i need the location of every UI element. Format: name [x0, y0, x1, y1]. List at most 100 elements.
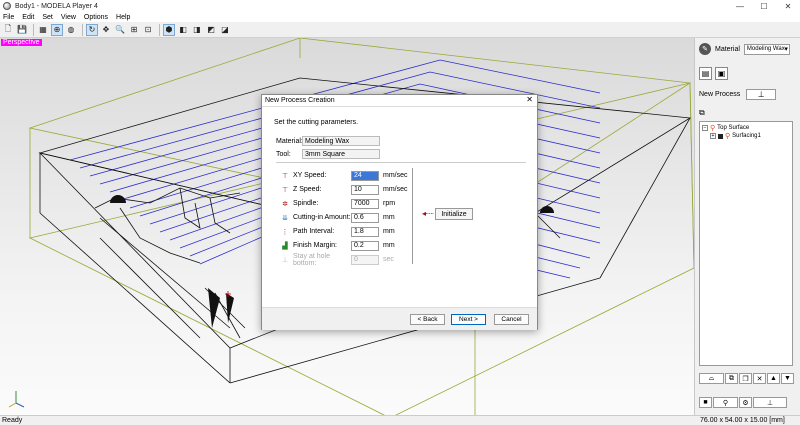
- param-unit: mm: [383, 228, 395, 235]
- path-view-icon[interactable]: ⌓: [699, 373, 724, 384]
- stop-icon[interactable]: ■: [699, 397, 712, 408]
- new-process-label: New Process: [699, 91, 741, 98]
- xy-speed-input[interactable]: 24: [351, 170, 379, 181]
- zoom-box-icon[interactable]: ⊞: [128, 24, 140, 36]
- settings-icon[interactable]: ⚙: [739, 397, 752, 408]
- close-button[interactable]: ✕: [776, 0, 800, 12]
- param-label: Finish Margin:: [293, 242, 337, 249]
- dialog-instruction: Set the cutting parameters.: [274, 119, 359, 126]
- material-icon: ✎: [699, 43, 711, 55]
- checkbox-icon[interactable]: [718, 133, 723, 139]
- stay-at-hole-input: 0: [351, 254, 379, 265]
- new-file-icon[interactable]: 🗋: [2, 24, 14, 36]
- globe-view-icon[interactable]: ⊕: [51, 23, 63, 36]
- perspective-label: Perspective: [1, 39, 42, 46]
- iso-view-icon[interactable]: ⬢: [163, 23, 175, 36]
- material-select[interactable]: Modeling Wax: [743, 43, 790, 55]
- maximize-button[interactable]: ☐: [752, 0, 776, 12]
- tree-node-top-surface[interactable]: − ⚲ Top Surface: [702, 124, 790, 132]
- param-unit: mm: [383, 242, 395, 249]
- path-interval-input[interactable]: 1.8: [351, 226, 379, 237]
- top-view-icon[interactable]: ◩: [205, 24, 217, 36]
- cutting-in-input[interactable]: 0.6: [351, 212, 379, 223]
- tree-toolbar: ⌓ ⧉ ❐ ✕ ▲ ▼: [699, 373, 795, 384]
- param-label: Cutting-in Amount:: [293, 214, 351, 221]
- menu-set[interactable]: Set: [42, 14, 53, 21]
- menu-view[interactable]: View: [61, 14, 76, 21]
- stay-at-hole-icon: ⊥: [281, 256, 289, 264]
- toolbar: 🗋 💾 ▦ ⊕ ◍ ↻ ✥ 🔍 ⊞ ⊡ ⬢ ◧ ◨ ◩ ◪: [0, 22, 800, 38]
- material-info-label: Material:: [276, 137, 303, 145]
- param-row-xy-speed: ⊤ XY Speed: 24 mm/sec: [280, 170, 408, 181]
- axis-triad-icon: [8, 391, 25, 408]
- process-panel: ✎ Material Modeling Wax ▤ ▣ New Process …: [694, 38, 800, 415]
- z-speed-input[interactable]: 10: [351, 184, 379, 195]
- tree-icon[interactable]: ⧉: [699, 108, 705, 118]
- param-label: Z Speed:: [293, 186, 322, 193]
- menu-file[interactable]: File: [3, 14, 14, 21]
- param-label: Stay at hole bottom:: [293, 252, 330, 267]
- side-view-icon[interactable]: ◨: [191, 24, 203, 36]
- material-info-row: Material: Modeling Wax: [276, 136, 380, 146]
- rotate-icon[interactable]: ◍: [65, 24, 77, 36]
- status-bar: Ready 76.00 x 54.00 x 15.00 [mm]: [0, 415, 800, 425]
- menu-options[interactable]: Options: [84, 14, 108, 21]
- param-row-finish-margin: ▟ Finish Margin: 0.2 mm: [280, 240, 395, 251]
- arrow-left-icon: ◂·····: [422, 209, 434, 218]
- refresh-icon[interactable]: ↻: [86, 23, 98, 36]
- param-row-spindle: ✲ Spindle: 7000 rpm: [280, 198, 395, 209]
- process-list-icon[interactable]: ▤: [699, 67, 712, 80]
- preview-cut-icon[interactable]: ⚲: [713, 397, 738, 408]
- z-speed-icon: ⊤: [281, 186, 289, 194]
- title-bar: Body1 - MODELA Player 4 — ☐ ✕: [0, 0, 800, 12]
- spindle-icon: ✲: [282, 200, 288, 208]
- window-title: Body1 - MODELA Player 4: [15, 2, 98, 10]
- new-process-row: New Process ⊥: [699, 89, 777, 100]
- cancel-button[interactable]: Cancel: [494, 314, 529, 325]
- app-icon: [3, 2, 11, 10]
- process-tree[interactable]: − ⚲ Top Surface + ⚲ Surfacing1: [699, 121, 793, 366]
- preview-icon[interactable]: ▣: [715, 67, 728, 80]
- collapse-icon[interactable]: −: [702, 125, 708, 131]
- menu-help[interactable]: Help: [116, 14, 130, 21]
- tool-icon: ⚲: [725, 133, 731, 140]
- status-text: Ready: [2, 417, 23, 424]
- new-process-button[interactable]: ⊥: [746, 89, 777, 100]
- material-info-value: Modeling Wax: [302, 136, 380, 146]
- pan-icon[interactable]: ✥: [100, 24, 112, 36]
- back-view-icon[interactable]: ◪: [219, 24, 231, 36]
- front-view-icon[interactable]: ◧: [177, 24, 189, 36]
- material-label: Material: [715, 45, 740, 53]
- cut-button[interactable]: ⊥: [753, 397, 787, 408]
- save-icon[interactable]: 💾: [16, 24, 28, 36]
- finish-margin-input[interactable]: 0.2: [351, 240, 379, 251]
- view-mode-icon[interactable]: ▦: [37, 24, 49, 36]
- expand-icon[interactable]: +: [710, 133, 716, 139]
- fit-view-icon[interactable]: ⊡: [142, 24, 154, 36]
- dialog-title-bar: New Process Creation ✕: [262, 95, 537, 107]
- tool-info-label: Tool:: [276, 150, 291, 158]
- param-unit: sec: [383, 256, 394, 263]
- delete-icon[interactable]: ✕: [753, 373, 766, 384]
- dialog-close-button[interactable]: ✕: [526, 95, 533, 104]
- menu-edit[interactable]: Edit: [22, 14, 34, 21]
- copy-icon[interactable]: ⧉: [725, 373, 738, 384]
- next-button[interactable]: Next >: [451, 314, 486, 325]
- cutting-in-icon: ⇊: [282, 214, 288, 222]
- tree-node-surfacing1[interactable]: + ⚲ Surfacing1: [702, 132, 790, 140]
- zoom-icon[interactable]: 🔍: [114, 24, 126, 36]
- param-row-path-interval: ⋮ Path Interval: 1.8 mm: [280, 226, 395, 237]
- minimize-button[interactable]: —: [728, 0, 752, 12]
- param-unit: rpm: [383, 200, 396, 207]
- move-up-icon[interactable]: ▲: [767, 373, 780, 384]
- toolbar-divider: [159, 23, 160, 36]
- spindle-input[interactable]: 7000: [351, 198, 379, 209]
- back-button[interactable]: < Back: [410, 314, 445, 325]
- paste-icon[interactable]: ❐: [739, 373, 752, 384]
- move-down-icon[interactable]: ▼: [781, 373, 794, 384]
- dialog-title: New Process Creation: [265, 97, 335, 104]
- tree-label: Surfacing1: [732, 133, 761, 139]
- param-unit: mm/sec: [383, 172, 408, 179]
- tool-info-row: Tool: 3mm Square: [276, 149, 380, 159]
- initialize-button[interactable]: Initialize: [435, 208, 473, 220]
